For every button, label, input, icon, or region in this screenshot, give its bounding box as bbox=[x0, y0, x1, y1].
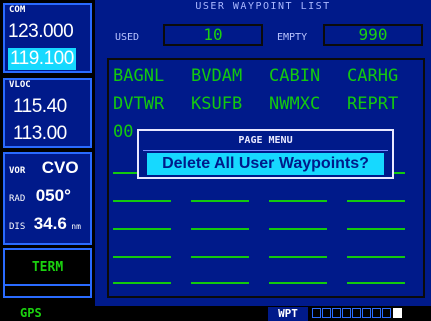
empty-label: EMPTY bbox=[277, 32, 308, 43]
page-title: USER WAYPOINT LIST bbox=[195, 1, 331, 12]
status-bar: GPS WPT bbox=[0, 306, 431, 321]
delete-all-waypoints-option[interactable]: Delete All User Waypoints? bbox=[147, 153, 384, 175]
empty-slot bbox=[347, 256, 405, 258]
empty-slot bbox=[113, 200, 171, 202]
vloc-active-frequency: 115.40 bbox=[13, 96, 67, 117]
distance-label: DIS bbox=[9, 222, 26, 232]
empty-slot bbox=[269, 200, 327, 202]
empty-slot bbox=[191, 256, 249, 258]
gps-mode-indicator: GPS bbox=[20, 306, 42, 320]
vloc-label: VLOC bbox=[9, 80, 31, 90]
page-indicator-segment bbox=[322, 308, 331, 318]
com-label: COM bbox=[9, 5, 26, 15]
page-indicator-segment bbox=[372, 308, 381, 318]
empty-slot bbox=[269, 282, 327, 284]
com-standby-frequency[interactable]: 119.100 bbox=[8, 48, 76, 70]
page-menu-header: PAGE MENU bbox=[238, 135, 293, 146]
radial-value: 050° bbox=[35, 186, 71, 205]
empty-slot bbox=[191, 200, 249, 202]
empty-count: 990 bbox=[323, 24, 423, 46]
waypoint-item[interactable]: 00 bbox=[113, 122, 133, 142]
cdi-scale-box: TERM bbox=[3, 248, 92, 286]
empty-slot bbox=[347, 228, 405, 230]
radial-label: RAD bbox=[9, 194, 26, 204]
page-indicator-segment bbox=[312, 308, 321, 318]
vor-row: VOR CVO bbox=[9, 158, 79, 178]
waypoint-item[interactable]: REPRT bbox=[347, 94, 398, 114]
waypoint-item[interactable]: NWMXC bbox=[269, 94, 320, 114]
page-indicator-segment bbox=[352, 308, 361, 318]
com-box[interactable]: COM 123.000 119.100 bbox=[3, 3, 92, 73]
left-frequency-column: COM 123.000 119.100 VLOC 115.40 113.00 V… bbox=[0, 0, 95, 306]
page-indicator-segment bbox=[382, 308, 391, 318]
page-indicator-segment bbox=[332, 308, 341, 318]
distance-unit: nm bbox=[71, 222, 81, 231]
empty-slot bbox=[269, 228, 327, 230]
radial-row: RAD 050° bbox=[9, 186, 71, 206]
page-indicator-segment bbox=[362, 308, 371, 318]
page-menu-popup: PAGE MENU Delete All User Waypoints? bbox=[137, 129, 394, 179]
waypoint-item[interactable]: CABIN bbox=[269, 66, 320, 86]
empty-slot bbox=[347, 200, 405, 202]
waypoint-item[interactable]: CARHG bbox=[347, 66, 398, 86]
used-label: USED bbox=[115, 32, 140, 43]
empty-slot bbox=[113, 282, 171, 284]
vor-ident: CVO bbox=[41, 158, 79, 177]
distance-value: 34.6 bbox=[33, 214, 67, 233]
waypoint-item[interactable]: KSUFB bbox=[191, 94, 242, 114]
waypoint-item[interactable]: BAGNL bbox=[113, 66, 164, 86]
empty-slot bbox=[113, 228, 171, 230]
com-active-frequency: 123.000 bbox=[8, 21, 74, 42]
vloc-standby-frequency[interactable]: 113.00 bbox=[13, 123, 67, 145]
waypoint-item[interactable]: DVTWR bbox=[113, 94, 164, 114]
empty-slot bbox=[191, 282, 249, 284]
vloc-box[interactable]: VLOC 115.40 113.00 bbox=[3, 78, 92, 148]
empty-slot bbox=[113, 256, 171, 258]
page-indicator-segment bbox=[342, 308, 351, 318]
empty-slot bbox=[191, 228, 249, 230]
empty-slot bbox=[269, 256, 327, 258]
waypoint-item[interactable]: BVDAM bbox=[191, 66, 242, 86]
empty-slot bbox=[347, 282, 405, 284]
page-indicator-active-segment bbox=[393, 308, 402, 318]
annunciator-slot bbox=[3, 286, 92, 298]
distance-row: DIS 34.6 nm bbox=[9, 214, 81, 234]
wpt-page-group: WPT bbox=[268, 307, 308, 321]
used-count: 10 bbox=[163, 24, 263, 46]
page-menu-divider bbox=[143, 150, 388, 151]
cdi-scale-label: TERM bbox=[31, 260, 64, 275]
vor-info-box: VOR CVO RAD 050° DIS 34.6 nm bbox=[3, 152, 92, 245]
vor-label: VOR bbox=[9, 166, 26, 176]
